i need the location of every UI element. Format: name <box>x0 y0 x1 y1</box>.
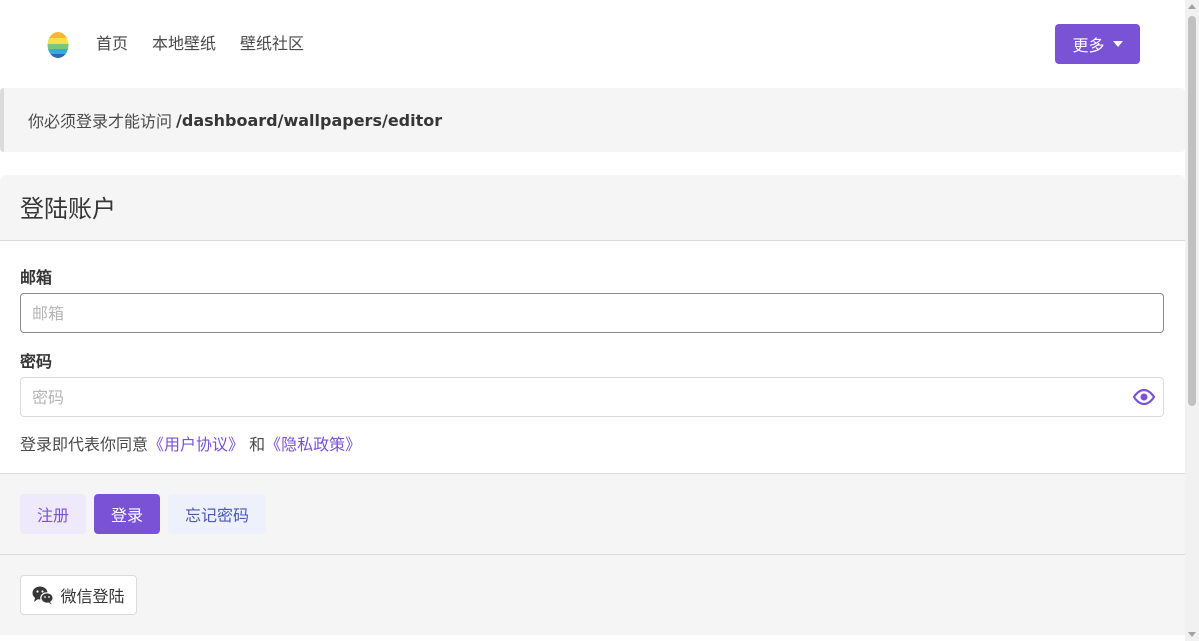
email-label: 邮箱 <box>20 268 53 287</box>
login-button[interactable]: 登录 <box>94 494 160 534</box>
forgot-password-button[interactable]: 忘记密码 <box>168 494 266 534</box>
logo-icon[interactable] <box>47 30 69 58</box>
login-required-notice: 你必须登录才能访问 /dashboard/wallpapers/editor <box>0 88 1185 152</box>
user-agreement-link[interactable]: 《用户协议》 <box>148 435 244 454</box>
social-login-section: 微信登陆 <box>0 555 1185 635</box>
agreement-prefix: 登录即代表你同意 <box>20 435 149 454</box>
wechat-icon <box>32 586 55 605</box>
email-field[interactable] <box>20 293 1164 333</box>
navbar: 首页 本地壁纸 壁纸社区 更多 <box>0 0 1185 88</box>
nav-wallpaper-community-link[interactable]: 壁纸社区 <box>240 34 304 54</box>
page-scrollbar[interactable] <box>1185 0 1199 641</box>
scroll-down-icon[interactable] <box>1188 632 1196 637</box>
notice-text: 你必须登录才能访问 <box>28 112 173 131</box>
nav-home-link[interactable]: 首页 <box>96 34 128 54</box>
page: 首页 本地壁纸 壁纸社区 更多 你必须登录才能访问 /dashboard/wal… <box>0 0 1199 641</box>
agreement-and: 和 <box>244 435 266 454</box>
wechat-login-label: 微信登陆 <box>60 587 125 606</box>
login-actions: 注册 登录 忘记密码 <box>0 473 1185 555</box>
more-label: 更多 <box>1072 36 1105 55</box>
login-card-header: 登陆账户 <box>0 175 1185 241</box>
login-card: 登陆账户 邮箱 密码 登录即代表你同意《用户协议》 和《隐私政策》 注册 登录 … <box>0 175 1185 641</box>
privacy-policy-link[interactable]: 《隐私政策》 <box>265 435 361 454</box>
caret-down-icon <box>1112 41 1123 47</box>
login-title: 登陆账户 <box>20 195 116 223</box>
scroll-up-icon[interactable] <box>1188 4 1196 9</box>
wechat-login-button[interactable]: 微信登陆 <box>20 575 137 615</box>
password-field[interactable] <box>20 377 1164 417</box>
more-dropdown-button[interactable]: 更多 <box>1055 24 1140 64</box>
agreement-text: 登录即代表你同意《用户协议》 和《隐私政策》 <box>20 431 361 455</box>
scroll-thumb[interactable] <box>1188 16 1196 406</box>
register-button[interactable]: 注册 <box>20 494 86 534</box>
eye-icon[interactable] <box>1132 388 1156 406</box>
nav-local-wallpapers-link[interactable]: 本地壁纸 <box>152 34 216 54</box>
password-label: 密码 <box>20 352 53 371</box>
notice-path: /dashboard/wallpapers/editor <box>176 110 443 130</box>
